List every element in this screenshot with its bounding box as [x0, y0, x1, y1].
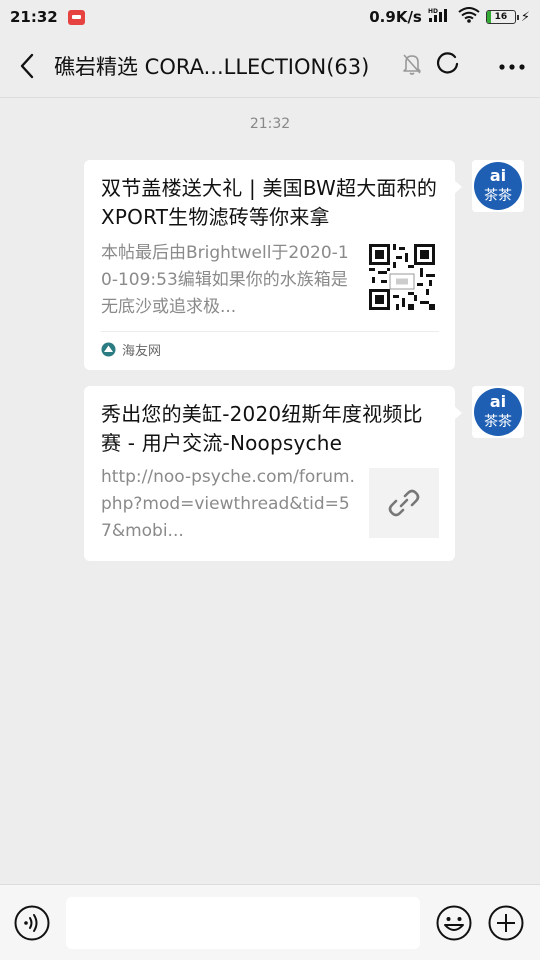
- link-icon: [388, 489, 420, 517]
- more-dots-icon: [499, 64, 525, 70]
- message-input-bar: [0, 884, 540, 960]
- avatar[interactable]: ai 茶茶: [472, 160, 524, 212]
- voice-icon: [14, 905, 50, 940]
- card-description: 本帖最后由Brightwell于2020-10-109:53编辑如果你的水族箱是…: [101, 243, 349, 317]
- link-card[interactable]: 秀出您的美缸-2020纽斯年度视频比赛 - 用户交流-Noopsyche htt…: [84, 386, 462, 561]
- source-name: 海友网: [122, 343, 162, 359]
- svg-text:茶茶: 茶茶: [484, 188, 512, 204]
- svg-text:茶茶: 茶茶: [484, 414, 512, 430]
- more-options-button[interactable]: [498, 56, 526, 75]
- message-row: 秀出您的美缸-2020纽斯年度视频比赛 - 用户交流-Noopsyche htt…: [84, 386, 524, 561]
- svg-text:ai: ai: [490, 166, 506, 185]
- avatar[interactable]: ai 茶茶: [472, 386, 524, 438]
- signal-icon: HD: [428, 7, 452, 27]
- status-bar: 21:32 0.9K/s HD 16 ⚡: [0, 0, 540, 34]
- status-time: 21:32: [10, 8, 58, 26]
- battery-level: 16: [494, 12, 508, 22]
- emoji-button[interactable]: [436, 905, 472, 941]
- message-timestamp: 21:32: [249, 116, 291, 132]
- back-button[interactable]: [14, 46, 40, 86]
- message-row: 双节盖楼送大礼 | 美国BW超大面积的XPORT生物滤砖等你来拿 本帖最后由Br…: [84, 160, 524, 370]
- voice-button[interactable]: [14, 905, 50, 941]
- link-thumbnail: [369, 468, 439, 538]
- source-logo-icon: [101, 342, 116, 356]
- back-arrow-icon: [20, 53, 34, 78]
- card-title: 秀出您的美缸-2020纽斯年度视频比赛 - 用户交流-Noopsyche: [101, 402, 423, 455]
- svg-text:ai: ai: [490, 392, 506, 411]
- charging-icon: ⚡: [520, 9, 530, 25]
- article-card[interactable]: 双节盖楼送大礼 | 美国BW超大面积的XPORT生物滤砖等你来拿 本帖最后由Br…: [84, 160, 462, 370]
- hd-label: HD: [428, 8, 438, 15]
- battery-icon: 16 ⚡: [485, 9, 530, 25]
- card-source: 海友网: [101, 331, 439, 366]
- qr-code-thumbnail: [369, 244, 439, 314]
- circle-status-icon[interactable]: [436, 51, 460, 80]
- message-input[interactable]: [66, 896, 420, 949]
- emoji-icon: [436, 905, 472, 940]
- card-description: http://noo-psyche.com/forum.php?mod=view…: [101, 467, 355, 541]
- plus-icon: [488, 905, 524, 940]
- notification-app-icon: [67, 9, 85, 25]
- network-speed: 0.9K/s: [369, 8, 422, 26]
- chat-title: 礁岩精选 CORA...LLECTION(63): [54, 54, 370, 79]
- mute-bell-icon: [402, 53, 422, 79]
- wifi-icon: [458, 7, 480, 27]
- card-title: 双节盖楼送大礼 | 美国BW超大面积的XPORT生物滤砖等你来拿: [101, 176, 438, 229]
- more-functions-button[interactable]: [488, 905, 524, 941]
- chat-header: 礁岩精选 CORA...LLECTION(63): [0, 34, 540, 98]
